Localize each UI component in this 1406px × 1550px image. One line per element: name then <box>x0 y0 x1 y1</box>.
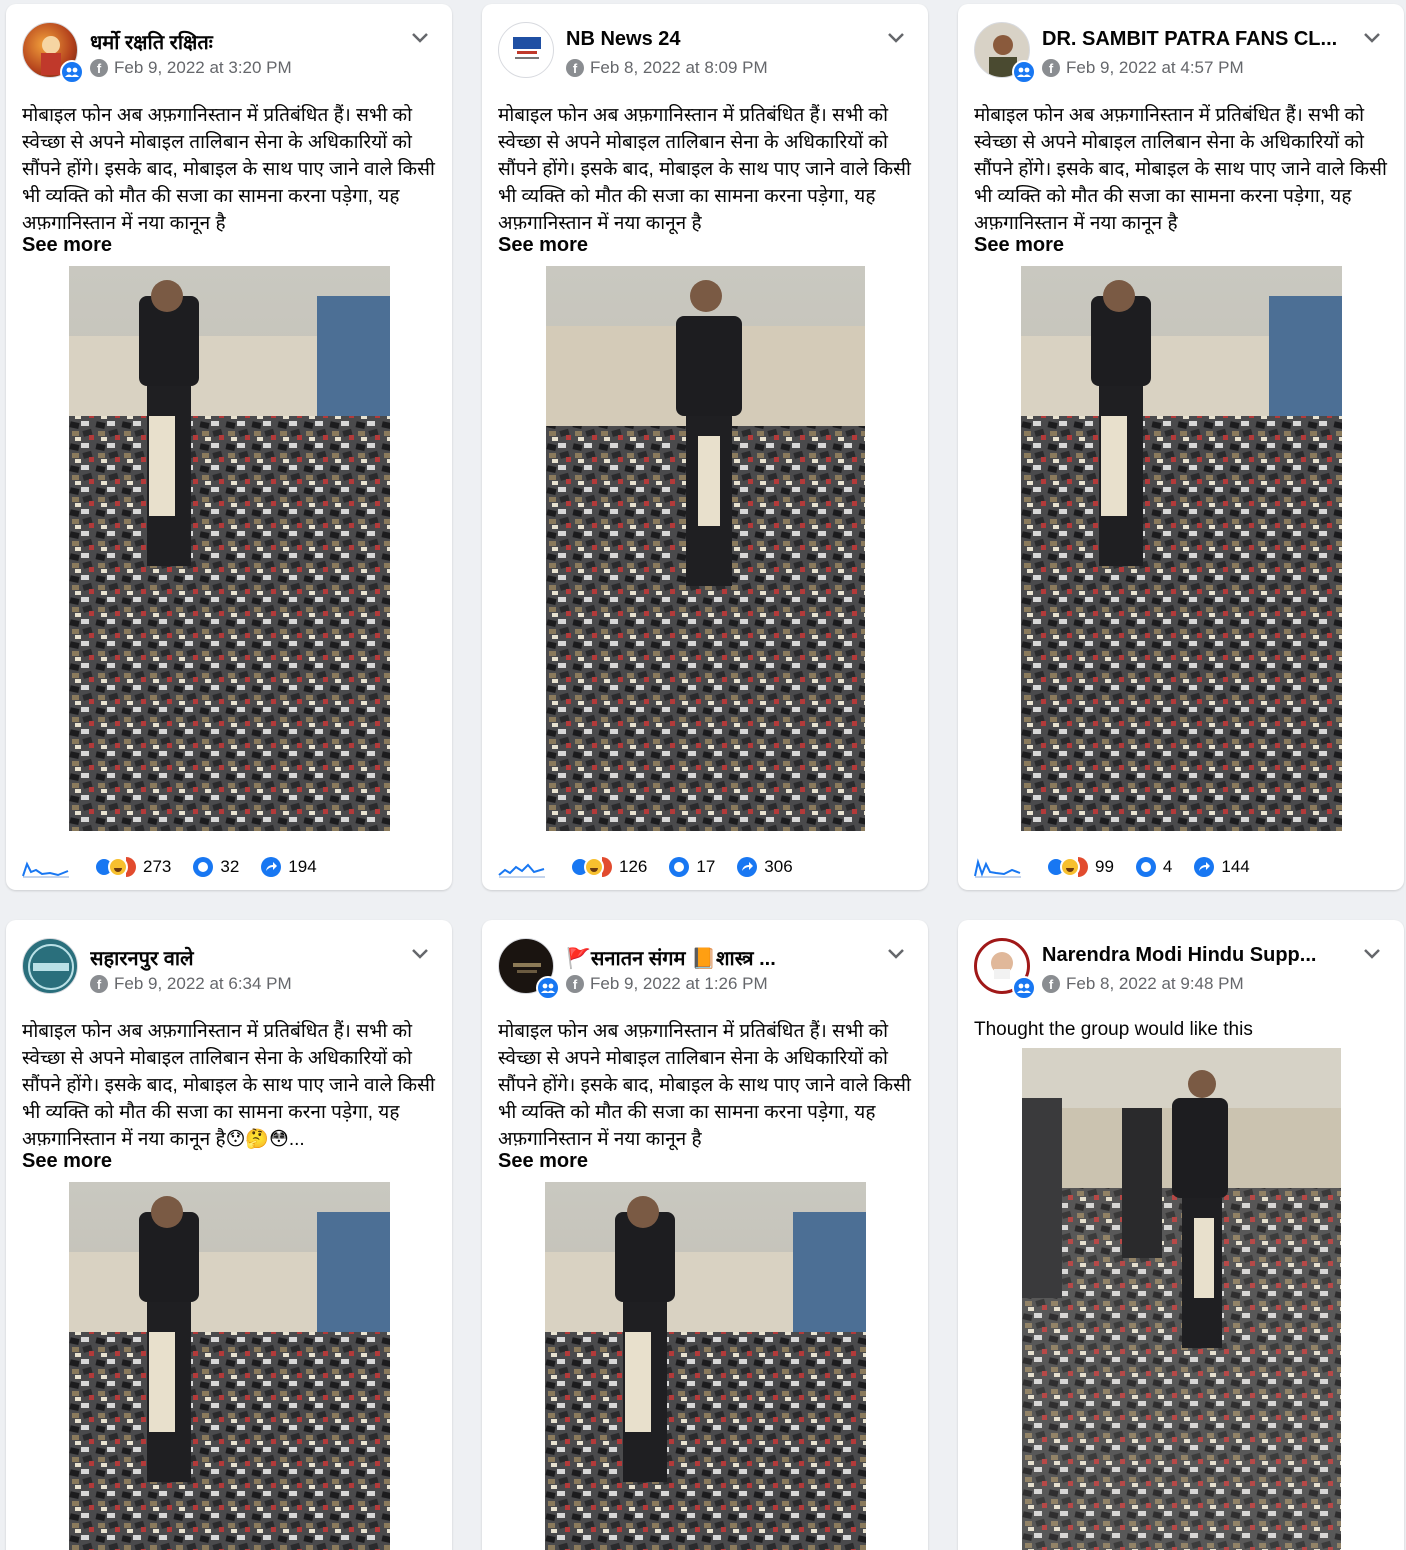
page-name[interactable]: सहारनपुर वाले <box>90 944 396 971</box>
post-video[interactable] <box>1021 266 1342 831</box>
post-video[interactable] <box>545 1182 866 1550</box>
post-card: NB News 24 f Feb 8, 2022 at 8:09 PM मोबा… <box>482 4 928 890</box>
reactions-value: 126 <box>619 857 648 876</box>
post-card: धर्मो रक्षति रक्षितः f Feb 9, 2022 at 3:… <box>6 4 452 890</box>
comments-value: 32 <box>220 857 240 876</box>
see-more-link[interactable]: See more <box>22 234 112 257</box>
reactions-icon <box>570 857 612 877</box>
post-header: सहारनपुर वाले f Feb 9, 2022 at 6:34 PM <box>22 938 436 998</box>
post-text: मोबाइल फोन अब अफ़गानिस्तान में प्रतिबंधि… <box>22 105 435 234</box>
post-video[interactable] <box>1022 1048 1341 1550</box>
post-text: मोबाइल फोन अब अफ़गानिस्तान में प्रतिबंधि… <box>974 105 1387 234</box>
comments-count[interactable]: 32 <box>193 857 239 877</box>
group-icon <box>1012 60 1036 84</box>
shares-count[interactable]: 194 <box>261 857 317 877</box>
reactions-count[interactable]: 99 <box>1046 857 1114 877</box>
post-header: NB News 24 f Feb 8, 2022 at 8:09 PM <box>498 22 912 82</box>
post-video[interactable] <box>69 1182 390 1550</box>
see-more-link[interactable]: See more <box>498 234 588 257</box>
chevron-down-icon[interactable] <box>882 24 910 52</box>
post-text: मोबाइल फोन अब अफ़गानिस्तान में प्रतिबंधि… <box>22 1021 435 1150</box>
insights-icon[interactable] <box>498 856 546 878</box>
post-video[interactable] <box>546 266 865 831</box>
comments-count[interactable]: 17 <box>669 857 715 877</box>
page-name[interactable]: Narendra Modi Hindu Supp... <box>1042 944 1348 967</box>
post-meta: f Feb 8, 2022 at 9:48 PM <box>1042 974 1244 994</box>
facebook-icon: f <box>566 975 584 993</box>
avatar[interactable] <box>498 22 554 78</box>
see-more-link[interactable]: See more <box>498 1150 588 1173</box>
reactions-count[interactable]: 126 <box>570 857 647 877</box>
post-video[interactable] <box>69 266 390 831</box>
shares-value: 194 <box>288 857 317 876</box>
post-meta: f Feb 9, 2022 at 3:20 PM <box>90 58 292 78</box>
insights-icon[interactable] <box>22 856 70 878</box>
facebook-icon: f <box>1042 975 1060 993</box>
post-stats: 126 17 306 <box>498 852 912 882</box>
post-stats: 273 32 194 <box>22 852 436 882</box>
post-text: Thought the group would like this <box>974 1019 1253 1040</box>
chevron-down-icon[interactable] <box>1358 24 1386 52</box>
facebook-icon: f <box>1042 59 1060 77</box>
post-timestamp[interactable]: Feb 9, 2022 at 6:34 PM <box>114 974 292 994</box>
avatar[interactable] <box>22 938 78 994</box>
post-timestamp[interactable]: Feb 8, 2022 at 9:48 PM <box>1066 974 1244 994</box>
comment-icon <box>669 857 690 877</box>
shares-value: 144 <box>1221 857 1250 876</box>
post-text: मोबाइल फोन अब अफ़गानिस्तान में प्रतिबंधि… <box>498 105 911 234</box>
page-name[interactable]: NB News 24 <box>566 28 872 51</box>
comment-icon <box>1135 857 1156 877</box>
chevron-down-icon[interactable] <box>882 940 910 968</box>
facebook-icon: f <box>90 59 108 77</box>
post-timestamp[interactable]: Feb 8, 2022 at 8:09 PM <box>590 58 768 78</box>
see-more-link[interactable]: See more <box>974 234 1064 257</box>
reactions-icon <box>94 857 136 877</box>
group-icon <box>1012 976 1036 1000</box>
post-meta: f Feb 9, 2022 at 6:34 PM <box>90 974 292 994</box>
post-card: Narendra Modi Hindu Supp... f Feb 8, 202… <box>958 920 1404 1550</box>
chevron-down-icon[interactable] <box>406 24 434 52</box>
chevron-down-icon[interactable] <box>1358 940 1386 968</box>
post-timestamp[interactable]: Feb 9, 2022 at 1:26 PM <box>590 974 768 994</box>
comments-count[interactable]: 4 <box>1135 857 1173 877</box>
share-icon <box>261 857 282 877</box>
reactions-value: 273 <box>143 857 172 876</box>
insights-icon[interactable] <box>974 856 1022 878</box>
post-meta: f Feb 9, 2022 at 1:26 PM <box>566 974 768 994</box>
reactions-value: 99 <box>1095 857 1114 876</box>
post-text: मोबाइल फोन अब अफ़गानिस्तान में प्रतिबंधि… <box>498 1021 911 1150</box>
shares-value: 306 <box>764 857 793 876</box>
post-header: धर्मो रक्षति रक्षितः f Feb 9, 2022 at 3:… <box>22 22 436 84</box>
page-name[interactable]: 🚩सनातन संगम 📙शास्त्र ... <box>566 944 872 971</box>
group-icon <box>60 60 84 84</box>
page-name[interactable]: DR. SAMBIT PATRA FANS CL... <box>1042 28 1348 51</box>
shares-count[interactable]: 306 <box>737 857 793 877</box>
post-card: 🚩सनातन संगम 📙शास्त्र ... f Feb 9, 2022 a… <box>482 920 928 1550</box>
post-card: सहारनपुर वाले f Feb 9, 2022 at 6:34 PM म… <box>6 920 452 1550</box>
share-icon <box>1194 857 1215 877</box>
facebook-icon: f <box>90 975 108 993</box>
post-card: DR. SAMBIT PATRA FANS CL... f Feb 9, 202… <box>958 4 1404 890</box>
post-meta: f Feb 8, 2022 at 8:09 PM <box>566 58 768 78</box>
comments-value: 4 <box>1162 857 1173 876</box>
post-header: Narendra Modi Hindu Supp... f Feb 8, 202… <box>974 938 1388 1000</box>
post-meta: f Feb 9, 2022 at 4:57 PM <box>1042 58 1244 78</box>
comment-icon <box>193 857 214 877</box>
facebook-icon: f <box>566 59 584 77</box>
post-timestamp[interactable]: Feb 9, 2022 at 4:57 PM <box>1066 58 1244 78</box>
post-header: DR. SAMBIT PATRA FANS CL... f Feb 9, 202… <box>974 22 1388 84</box>
shares-count[interactable]: 144 <box>1194 857 1250 877</box>
group-icon <box>536 976 560 1000</box>
reactions-icon <box>1046 857 1088 877</box>
comments-value: 17 <box>696 857 716 876</box>
post-stats: 99 4 144 <box>974 852 1388 882</box>
post-timestamp[interactable]: Feb 9, 2022 at 3:20 PM <box>114 58 292 78</box>
see-more-link[interactable]: See more <box>22 1150 112 1173</box>
reactions-count[interactable]: 273 <box>94 857 171 877</box>
post-header: 🚩सनातन संगम 📙शास्त्र ... f Feb 9, 2022 a… <box>498 938 912 1000</box>
chevron-down-icon[interactable] <box>406 940 434 968</box>
share-icon <box>737 857 758 877</box>
page-name[interactable]: धर्मो रक्षति रक्षितः <box>90 28 396 55</box>
